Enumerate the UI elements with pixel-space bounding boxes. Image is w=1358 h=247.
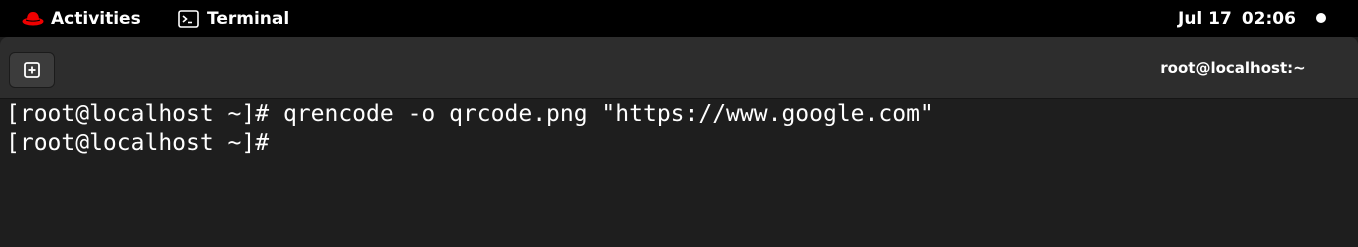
top-bar: Activities Terminal Jul 17 02:06 xyxy=(0,0,1358,37)
window-title: root@localhost:~ xyxy=(1160,59,1306,77)
status-dot-icon[interactable] xyxy=(1316,13,1326,23)
header-bar: root@localhost:~ xyxy=(0,37,1358,99)
new-tab-icon xyxy=(24,62,40,78)
app-menu-terminal[interactable]: Terminal xyxy=(178,0,289,37)
terminal-line: [root@localhost ~]# qrencode -o qrcode.p… xyxy=(6,101,934,127)
app-menu-label: Terminal xyxy=(207,8,290,29)
clock[interactable]: Jul 17 02:06 xyxy=(1178,0,1296,37)
redhat-icon xyxy=(22,11,44,25)
activities-button[interactable]: Activities xyxy=(22,0,141,37)
terminal-output[interactable]: [root@localhost ~]# qrencode -o qrcode.p… xyxy=(0,100,1358,247)
terminal-window: root@localhost:~ [root@localhost ~]# qre… xyxy=(0,37,1358,247)
activities-label: Activities xyxy=(51,8,141,29)
terminal-line: [root@localhost ~]# xyxy=(6,130,270,156)
clock-date: Jul 17 xyxy=(1178,8,1232,29)
new-tab-button[interactable] xyxy=(9,52,55,88)
clock-time: 02:06 xyxy=(1241,8,1296,29)
terminal-app-icon xyxy=(178,9,199,28)
